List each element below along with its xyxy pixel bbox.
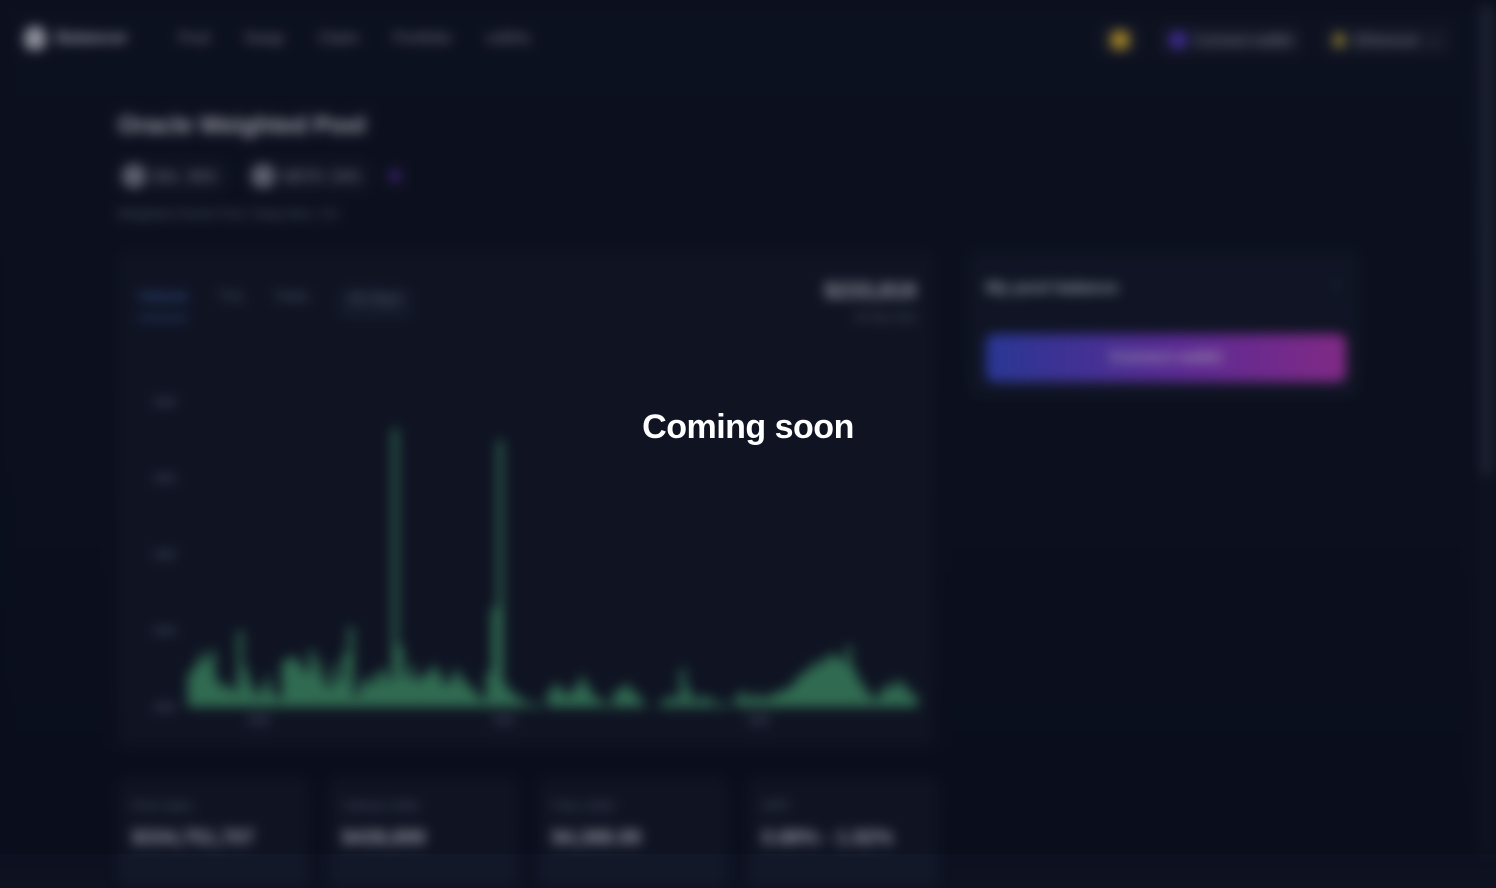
coming-soon-message: Coming soon [642, 408, 854, 446]
